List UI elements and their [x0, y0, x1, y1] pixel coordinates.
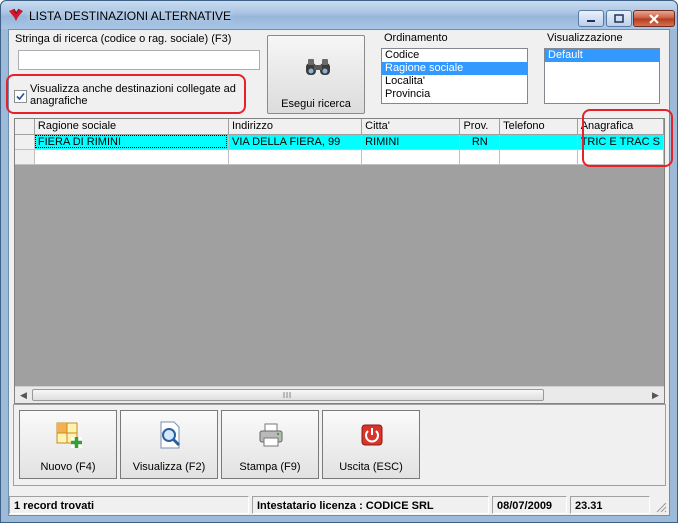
grid-corner — [15, 119, 35, 135]
ordinamento-item-provincia[interactable]: Provincia — [382, 88, 527, 101]
magnifier-document-icon — [160, 421, 181, 449]
search-label: Stringa di ricerca (codice o rag. social… — [15, 33, 232, 45]
red-highlight-anagrafica — [582, 109, 673, 167]
empty-cell[interactable] — [459, 149, 501, 165]
ordinamento-item-codice[interactable]: Codice — [382, 49, 527, 62]
empty-cell[interactable] — [34, 149, 229, 165]
maximize-icon — [614, 14, 624, 23]
minimize-icon — [587, 19, 595, 22]
new-row[interactable] — [15, 149, 664, 165]
cell-prov[interactable]: RN — [459, 134, 501, 150]
power-icon — [361, 424, 383, 446]
ordinamento-item-localita[interactable]: Localita' — [382, 75, 527, 88]
app-logo-icon — [9, 8, 23, 21]
window-title: LISTA DESTINAZIONI ALTERNATIVE — [29, 9, 232, 23]
column-header-telefono[interactable]: Telefono — [499, 119, 578, 135]
ordinamento-listbox[interactable]: Codice Ragione sociale Localita' Provinc… — [381, 48, 528, 104]
column-header-ragione-sociale[interactable]: Ragione sociale — [34, 119, 229, 135]
window-client: Stringa di ricerca (codice o rag. social… — [6, 29, 673, 516]
close-button[interactable] — [633, 10, 675, 27]
maximize-button[interactable] — [606, 10, 632, 27]
minimize-button[interactable] — [578, 10, 604, 27]
empty-cell[interactable] — [361, 149, 461, 165]
table-row[interactable]: FIERA DI RIMINI VIA DELLA FIERA, 99 RIMI… — [15, 134, 664, 150]
cell-ragione-sociale[interactable]: FIERA DI RIMINI — [34, 134, 229, 150]
status-record-count: 1 record trovati — [9, 496, 249, 514]
printer-icon — [259, 423, 283, 447]
status-bar: 1 record trovati Intestatario licenza : … — [9, 493, 669, 515]
print-button[interactable]: Stampa (F9) — [221, 410, 319, 479]
results-grid[interactable]: Ragione sociale Indirizzo Citta' Prov. T… — [14, 118, 665, 404]
column-header-indirizzo[interactable]: Indirizzo — [228, 119, 363, 135]
row-header[interactable] — [15, 134, 35, 150]
row-header[interactable] — [15, 149, 35, 165]
search-input[interactable] — [18, 50, 260, 70]
ordinamento-label: Ordinamento — [384, 32, 448, 44]
view-button[interactable]: Visualizza (F2) — [120, 410, 218, 479]
cell-citta[interactable]: RIMINI — [361, 134, 461, 150]
title-bar[interactable]: LISTA DESTINAZIONI ALTERNATIVE — [1, 1, 677, 29]
empty-cell[interactable] — [499, 149, 578, 165]
new-record-icon — [56, 422, 82, 448]
visualizzazione-label: Visualizzazione — [547, 32, 623, 44]
view-button-label: Visualizza (F2) — [132, 461, 206, 473]
grid-header-row: Ragione sociale Indirizzo Citta' Prov. T… — [15, 119, 664, 135]
search-button-label: Esegui ricerca — [281, 98, 351, 110]
horizontal-scrollbar[interactable]: ◀ ▶ — [15, 386, 664, 403]
cell-indirizzo[interactable]: VIA DELLA FIERA, 99 — [228, 134, 363, 150]
cell-telefono[interactable] — [499, 134, 578, 150]
action-toolbar: Nuovo (F4) Visualizza (F2) Stampa (F9) U… — [13, 404, 666, 486]
scroll-right-icon[interactable]: ▶ — [652, 390, 659, 401]
red-highlight-checkbox — [6, 74, 246, 114]
new-button-label: Nuovo (F4) — [40, 461, 96, 473]
scrollbar-thumb[interactable] — [32, 389, 544, 401]
visualizzazione-item-default[interactable]: Default — [545, 49, 659, 62]
print-button-label: Stampa (F9) — [239, 461, 301, 473]
column-header-prov[interactable]: Prov. — [459, 119, 501, 135]
exit-button-label: Uscita (ESC) — [339, 461, 403, 473]
column-header-citta[interactable]: Citta' — [361, 119, 461, 135]
close-icon — [649, 13, 659, 24]
empty-cell[interactable] — [228, 149, 363, 165]
status-date: 08/07/2009 — [492, 496, 567, 514]
scroll-left-icon[interactable]: ◀ — [20, 390, 27, 401]
new-button[interactable]: Nuovo (F4) — [19, 410, 117, 479]
binoculars-icon — [306, 59, 330, 75]
grip-icon — [283, 392, 291, 398]
app-window: LISTA DESTINAZIONI ALTERNATIVE Stringa d… — [0, 0, 678, 523]
resize-grip-icon[interactable] — [655, 501, 667, 513]
visualizzazione-listbox[interactable]: Default — [544, 48, 660, 104]
status-license: Intestatario licenza : CODICE SRL — [252, 496, 489, 514]
exit-button[interactable]: Uscita (ESC) — [322, 410, 420, 479]
status-time: 23.31 — [570, 496, 650, 514]
search-button[interactable]: Esegui ricerca — [267, 35, 365, 114]
ordinamento-item-ragione-sociale[interactable]: Ragione sociale — [382, 62, 527, 75]
